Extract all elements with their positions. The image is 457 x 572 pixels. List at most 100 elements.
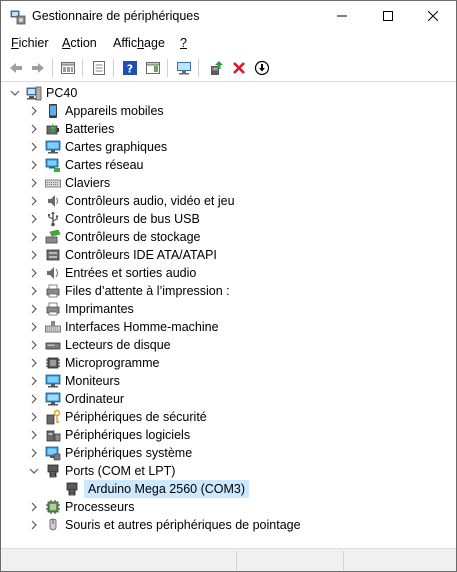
mobile-device-icon bbox=[45, 103, 61, 119]
chevron-right-icon[interactable] bbox=[28, 285, 40, 297]
tree-item[interactable]: Entrées et sorties audio bbox=[2, 264, 455, 282]
tree-item-label: Files d’attente à l’impression : bbox=[65, 284, 230, 298]
tree-item[interactable]: Claviers bbox=[2, 174, 455, 192]
chevron-right-icon[interactable] bbox=[28, 267, 40, 279]
chevron-right-icon[interactable] bbox=[28, 105, 40, 117]
tree-item[interactable]: Interfaces Homme-machine bbox=[2, 318, 455, 336]
menu-fichier-rest: ichier bbox=[18, 36, 49, 50]
menu-help[interactable]: ? bbox=[180, 36, 187, 50]
chevron-down-icon[interactable] bbox=[28, 465, 40, 477]
tree-item[interactable]: Ordinateur bbox=[2, 390, 455, 408]
toolbar-separator bbox=[198, 59, 199, 77]
speaker-icon bbox=[45, 193, 61, 209]
menu-affichage-pre: Affic bbox=[113, 36, 138, 50]
tree-item[interactable]: Contrôleurs audio, vidéo et jeu bbox=[2, 192, 455, 210]
chevron-right-icon[interactable] bbox=[28, 213, 40, 225]
tree-item[interactable]: Lecteurs de disque bbox=[2, 336, 455, 354]
chevron-down-icon[interactable] bbox=[9, 87, 21, 99]
tree-item-label: Imprimantes bbox=[65, 302, 134, 316]
chevron-right-icon[interactable] bbox=[28, 231, 40, 243]
chevron-right-icon[interactable] bbox=[28, 249, 40, 261]
menu-affichage-accel: h bbox=[137, 36, 145, 50]
chevron-right-icon[interactable] bbox=[28, 519, 40, 531]
tree-item-label: Ordinateur bbox=[65, 392, 125, 406]
toolbar-separator bbox=[82, 59, 83, 77]
tree-item[interactable]: Contrôleurs de stockage bbox=[2, 228, 455, 246]
disable-device-icon[interactable] bbox=[252, 58, 272, 78]
back-arrow-icon[interactable] bbox=[6, 58, 26, 78]
scan-hardware-icon[interactable] bbox=[174, 58, 194, 78]
tree-item[interactable]: Ports (COM et LPT) bbox=[2, 462, 455, 480]
chevron-right-icon[interactable] bbox=[28, 447, 40, 459]
chevron-right-icon[interactable] bbox=[28, 303, 40, 315]
tree-item-label: Ports (COM et LPT) bbox=[65, 464, 176, 478]
title-bar[interactable]: Gestionnaire de périphériques bbox=[1, 1, 456, 32]
firmware-icon bbox=[45, 355, 61, 371]
storage-controller-icon bbox=[45, 229, 61, 245]
tree-item[interactable]: PC40 bbox=[2, 84, 455, 102]
chevron-right-icon[interactable] bbox=[28, 357, 40, 369]
tree-item[interactable]: Moniteurs bbox=[2, 372, 455, 390]
tree-item-label: Arduino Mega 2560 (COM3) bbox=[84, 480, 250, 498]
uninstall-device-icon[interactable] bbox=[229, 58, 249, 78]
chevron-right-icon[interactable] bbox=[28, 429, 40, 441]
chevron-right-icon[interactable] bbox=[28, 177, 40, 189]
tree-item[interactable]: Processeurs bbox=[2, 498, 455, 516]
device-tree[interactable]: PC40 Appareils mobiles Batteries Cartes gra… bbox=[2, 84, 455, 546]
chevron-right-icon[interactable] bbox=[28, 393, 40, 405]
minimize-button[interactable] bbox=[319, 1, 365, 31]
menu-fichier-accel: F bbox=[11, 36, 19, 50]
chevron-right-icon[interactable] bbox=[28, 195, 40, 207]
port-icon bbox=[45, 463, 61, 479]
help-icon[interactable]: ? bbox=[120, 58, 140, 78]
tree-item[interactable]: Périphériques système bbox=[2, 444, 455, 462]
tree-item-label: Processeurs bbox=[65, 500, 135, 514]
tree-item[interactable]: Batteries bbox=[2, 120, 455, 138]
menu-affichage[interactable]: Affichage bbox=[113, 36, 165, 50]
chevron-right-icon[interactable] bbox=[28, 501, 40, 513]
action-pane-icon[interactable] bbox=[143, 58, 163, 78]
tree-item[interactable]: Appareils mobiles bbox=[2, 102, 455, 120]
maximize-button[interactable] bbox=[365, 1, 411, 31]
tree-item[interactable]: Contrôleurs IDE ATA/ATAPI bbox=[2, 246, 455, 264]
toolbar: ? bbox=[1, 54, 456, 82]
tree-item[interactable]: Souris et autres périphériques de pointa… bbox=[2, 516, 455, 534]
chevron-right-icon[interactable] bbox=[28, 375, 40, 387]
forward-arrow-icon[interactable] bbox=[28, 58, 48, 78]
chevron-right-icon[interactable] bbox=[28, 411, 40, 423]
system-device-icon bbox=[45, 445, 61, 461]
tree-item[interactable]: Contrôleurs de bus USB bbox=[2, 210, 455, 228]
tree-item[interactable]: Cartes réseau bbox=[2, 156, 455, 174]
chevron-right-icon[interactable] bbox=[28, 141, 40, 153]
menu-bar: Fichier Action Affichage ? bbox=[1, 32, 456, 54]
menu-fichier[interactable]: Fichier bbox=[11, 36, 49, 50]
tree-item[interactable]: Imprimantes bbox=[2, 300, 455, 318]
ide-icon bbox=[45, 247, 61, 263]
tree-item-label: Entrées et sorties audio bbox=[65, 266, 197, 280]
menu-action[interactable]: Action bbox=[62, 36, 97, 50]
chevron-right-icon[interactable] bbox=[28, 321, 40, 333]
close-button[interactable] bbox=[410, 1, 456, 31]
tree-item[interactable]: Périphériques de sécurité bbox=[2, 408, 455, 426]
tree-item[interactable]: Cartes graphiques bbox=[2, 138, 455, 156]
tree-item-label: Cartes graphiques bbox=[65, 140, 168, 154]
properties-icon[interactable] bbox=[89, 58, 109, 78]
tree-item[interactable]: Microprogramme bbox=[2, 354, 455, 372]
chevron-right-icon[interactable] bbox=[28, 123, 40, 135]
update-driver-icon[interactable] bbox=[206, 58, 226, 78]
show-hidden-icon[interactable] bbox=[58, 58, 78, 78]
status-cell bbox=[344, 551, 456, 570]
tree-item-label: Périphériques de sécurité bbox=[65, 410, 207, 424]
tree-item-label: Souris et autres périphériques de pointa… bbox=[65, 518, 301, 532]
menu-action-rest: ction bbox=[70, 36, 97, 50]
usb-icon bbox=[45, 211, 61, 227]
hid-icon bbox=[45, 319, 61, 335]
tree-item-selected[interactable]: Arduino Mega 2560 (COM3) bbox=[2, 480, 455, 498]
tree-item[interactable]: Périphériques logiciels bbox=[2, 426, 455, 444]
chevron-right-icon[interactable] bbox=[28, 339, 40, 351]
tree-item-label: Claviers bbox=[65, 176, 111, 190]
tree-item[interactable]: Files d’attente à l’impression : bbox=[2, 282, 455, 300]
audio-io-icon bbox=[45, 265, 61, 281]
chevron-right-icon[interactable] bbox=[28, 159, 40, 171]
security-device-icon bbox=[45, 409, 61, 425]
